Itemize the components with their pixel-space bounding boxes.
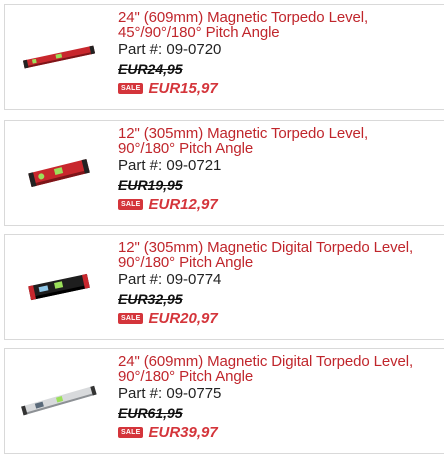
original-price: EUR24,95	[118, 61, 183, 77]
part-number: Part #: 09-0720	[118, 41, 222, 58]
sale-price-row: SALE EUR39,97	[118, 425, 444, 440]
black-digital-level-icon	[28, 273, 90, 301]
product-title-line2[interactable]: 90°/180° Pitch Angle	[118, 255, 444, 270]
sale-price: EUR12,97	[148, 196, 218, 213]
product-title[interactable]: 12" (305mm) Magnetic Torpedo Level, 90°/…	[118, 126, 444, 156]
original-price: EUR61,95	[118, 405, 183, 421]
product-card[interactable]: 24" (609mm) Magnetic Torpedo Level, 45°/…	[4, 4, 444, 110]
part-number: Part #: 09-0775	[118, 385, 222, 402]
product-title[interactable]: 24" (609mm) Magnetic Digital Torpedo Lev…	[118, 354, 444, 384]
product-title-line2[interactable]: 90°/180° Pitch Angle	[118, 141, 444, 156]
sale-badge: SALE	[118, 313, 144, 324]
sale-price-row: SALE EUR12,97	[118, 197, 444, 212]
part-number: Part #: 09-0721	[118, 157, 222, 174]
product-info: 12" (305mm) Magnetic Digital Torpedo Lev…	[118, 240, 444, 326]
product-image[interactable]	[9, 243, 109, 331]
original-price: EUR32,95	[118, 291, 183, 307]
original-price: EUR19,95	[118, 177, 183, 193]
product-info: 24" (609mm) Magnetic Torpedo Level, 45°/…	[118, 10, 444, 96]
product-image[interactable]	[9, 357, 109, 445]
product-card[interactable]: 12" (305mm) Magnetic Torpedo Level, 90°/…	[4, 120, 444, 226]
sale-price-row: SALE EUR20,97	[118, 311, 444, 326]
product-card[interactable]: 12" (305mm) Magnetic Digital Torpedo Lev…	[4, 234, 444, 340]
sale-badge: SALE	[118, 83, 144, 94]
product-title-line2[interactable]: 90°/180° Pitch Angle	[118, 369, 444, 384]
product-title-line1[interactable]: 12" (305mm) Magnetic Digital Torpedo Lev…	[118, 240, 444, 255]
silver-digital-level-icon	[21, 385, 97, 416]
product-info: 24" (609mm) Magnetic Digital Torpedo Lev…	[118, 354, 444, 440]
part-number: Part #: 09-0774	[118, 271, 222, 288]
product-info: 12" (305mm) Magnetic Torpedo Level, 90°/…	[118, 126, 444, 212]
product-title-line2[interactable]: 45°/90°/180° Pitch Angle	[118, 25, 444, 40]
sale-badge: SALE	[118, 427, 144, 438]
product-title-line1[interactable]: 24" (609mm) Magnetic Digital Torpedo Lev…	[118, 354, 444, 369]
product-card[interactable]: 24" (609mm) Magnetic Digital Torpedo Lev…	[4, 348, 444, 454]
sale-price: EUR15,97	[148, 80, 218, 97]
sale-price: EUR39,97	[148, 424, 218, 441]
sale-badge: SALE	[118, 199, 144, 210]
sale-price-row: SALE EUR15,97	[118, 81, 444, 96]
product-image[interactable]	[9, 13, 109, 101]
product-image[interactable]	[9, 129, 109, 217]
red-torpedo-level-icon	[22, 45, 96, 69]
product-title[interactable]: 24" (609mm) Magnetic Torpedo Level, 45°/…	[118, 10, 444, 40]
product-title[interactable]: 12" (305mm) Magnetic Digital Torpedo Lev…	[118, 240, 444, 270]
product-title-line1[interactable]: 24" (609mm) Magnetic Torpedo Level,	[118, 10, 444, 25]
product-title-line1[interactable]: 12" (305mm) Magnetic Torpedo Level,	[118, 126, 444, 141]
red-torpedo-level-icon	[28, 158, 90, 188]
sale-price: EUR20,97	[148, 310, 218, 327]
